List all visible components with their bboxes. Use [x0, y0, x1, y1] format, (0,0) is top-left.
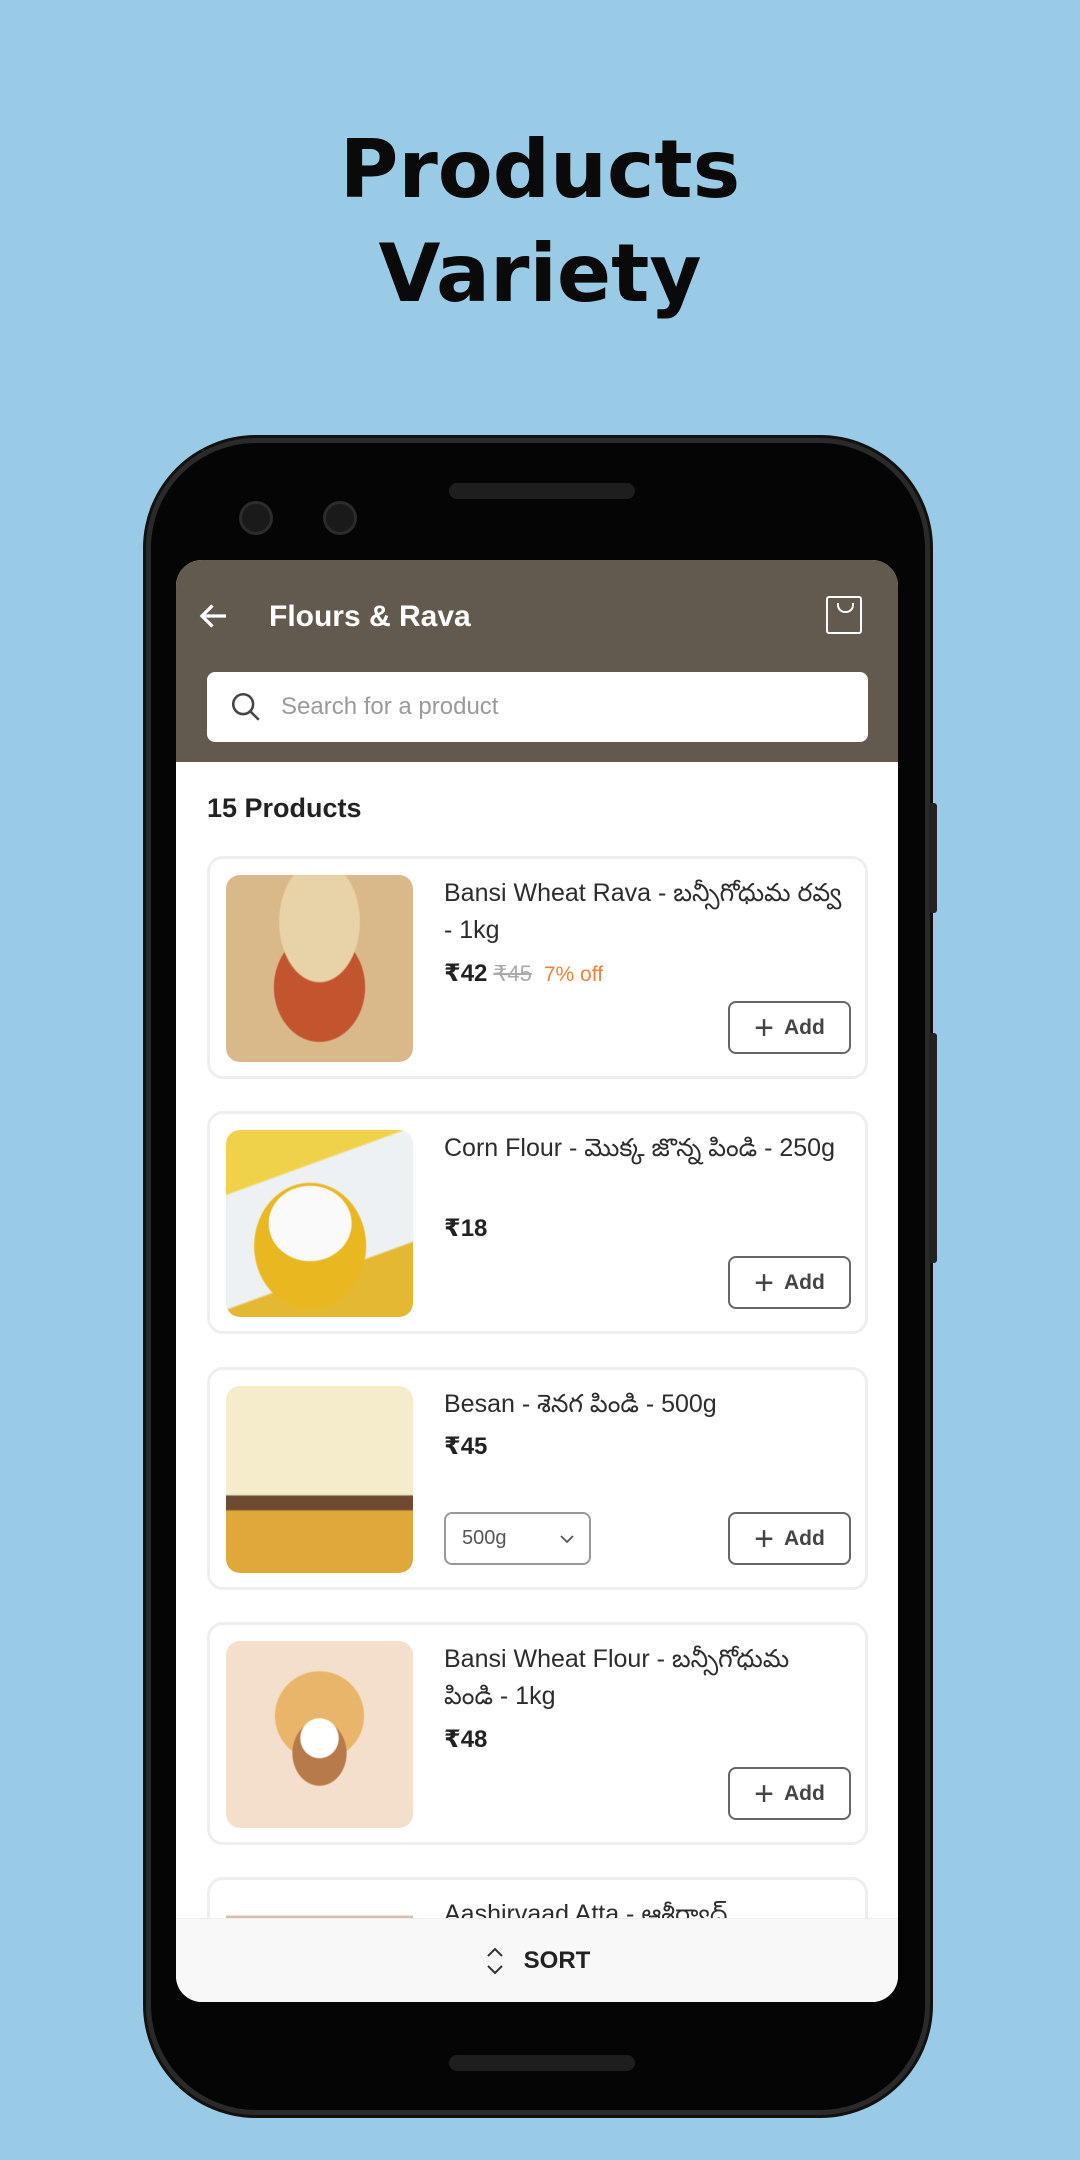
- product-price: ₹45: [444, 1433, 488, 1460]
- app-screen: Flours & Rava 15 Products Bansi Wheat Ra…: [176, 560, 898, 2002]
- camera-icon: [239, 501, 273, 535]
- search-input[interactable]: [281, 693, 841, 721]
- sort-button[interactable]: SORT: [176, 1918, 898, 2002]
- sensor-icon: [323, 501, 357, 535]
- volume-button: [929, 1033, 937, 1263]
- plus-icon: +: [754, 1774, 775, 1813]
- add-label: Add: [784, 1015, 825, 1039]
- plus-icon: +: [754, 1519, 775, 1558]
- add-label: Add: [784, 1270, 825, 1294]
- product-image: [226, 1130, 413, 1317]
- product-price: ₹42 ₹45 7% off: [444, 959, 603, 988]
- chevron-down-icon: [560, 1534, 574, 1543]
- search-bar[interactable]: [207, 672, 868, 742]
- price: ₹42: [444, 960, 488, 987]
- product-name: Besan - శెనగ పిండి - 500g: [444, 1390, 717, 1418]
- add-button[interactable]: + Add: [728, 1001, 851, 1054]
- product-image: [226, 875, 413, 1062]
- mrp: ₹45: [493, 961, 532, 986]
- promo-line-2: Variety: [378, 227, 702, 320]
- product-card[interactable]: Bansi Wheat Rava - బన్సీగోధుమ రవ్వ - 1kg…: [207, 856, 868, 1079]
- product-image: [226, 1641, 413, 1828]
- sort-icon: [486, 1947, 503, 1974]
- variant-value: 500g: [462, 1527, 507, 1549]
- add-button[interactable]: + Add: [728, 1767, 851, 1820]
- plus-icon: +: [754, 1008, 775, 1047]
- speaker-top: [449, 483, 635, 499]
- shopping-bag-icon[interactable]: [826, 596, 862, 634]
- variant-dropdown[interactable]: 500g: [444, 1512, 591, 1565]
- search-icon: [231, 692, 260, 721]
- sort-label: SORT: [523, 1946, 591, 1974]
- product-image: [226, 1386, 413, 1573]
- product-card[interactable]: Besan - శెనగ పిండి - 500g ₹45 500g + Add: [207, 1367, 868, 1590]
- add-label: Add: [784, 1526, 825, 1550]
- add-button[interactable]: + Add: [728, 1256, 851, 1309]
- product-price: ₹48: [444, 1726, 488, 1753]
- arrow-left-icon[interactable]: [196, 598, 236, 638]
- plus-icon: +: [754, 1263, 775, 1302]
- add-label: Add: [784, 1781, 825, 1805]
- app-header: Flours & Rava: [176, 560, 898, 762]
- page-title: Flours & Rava: [269, 600, 471, 633]
- product-card[interactable]: Bansi Wheat Flour - బన్సీగోధుమ పిండి - 1…: [207, 1622, 868, 1845]
- discount-badge: 7% off: [543, 963, 604, 986]
- product-name: Bansi Wheat Rava - బన్సీగోధుమ రవ్వ - 1kg: [444, 879, 842, 944]
- product-name: Corn Flour - మొక్క జొన్న పిండి - 250g: [444, 1134, 835, 1162]
- promo-line-1: Products: [339, 123, 741, 216]
- promo-heading: Products Variety: [0, 118, 1080, 326]
- power-button: [929, 803, 937, 913]
- product-count: 15 Products: [207, 793, 362, 823]
- product-card[interactable]: Corn Flour - మొక్క జొన్న పిండి - 250g ₹1…: [207, 1111, 868, 1334]
- product-name: Bansi Wheat Flour - బన్సీగోధుమ పిండి - 1…: [444, 1645, 790, 1710]
- add-button[interactable]: + Add: [728, 1512, 851, 1565]
- product-price: ₹18: [444, 1215, 488, 1242]
- speaker-bottom: [449, 2055, 635, 2071]
